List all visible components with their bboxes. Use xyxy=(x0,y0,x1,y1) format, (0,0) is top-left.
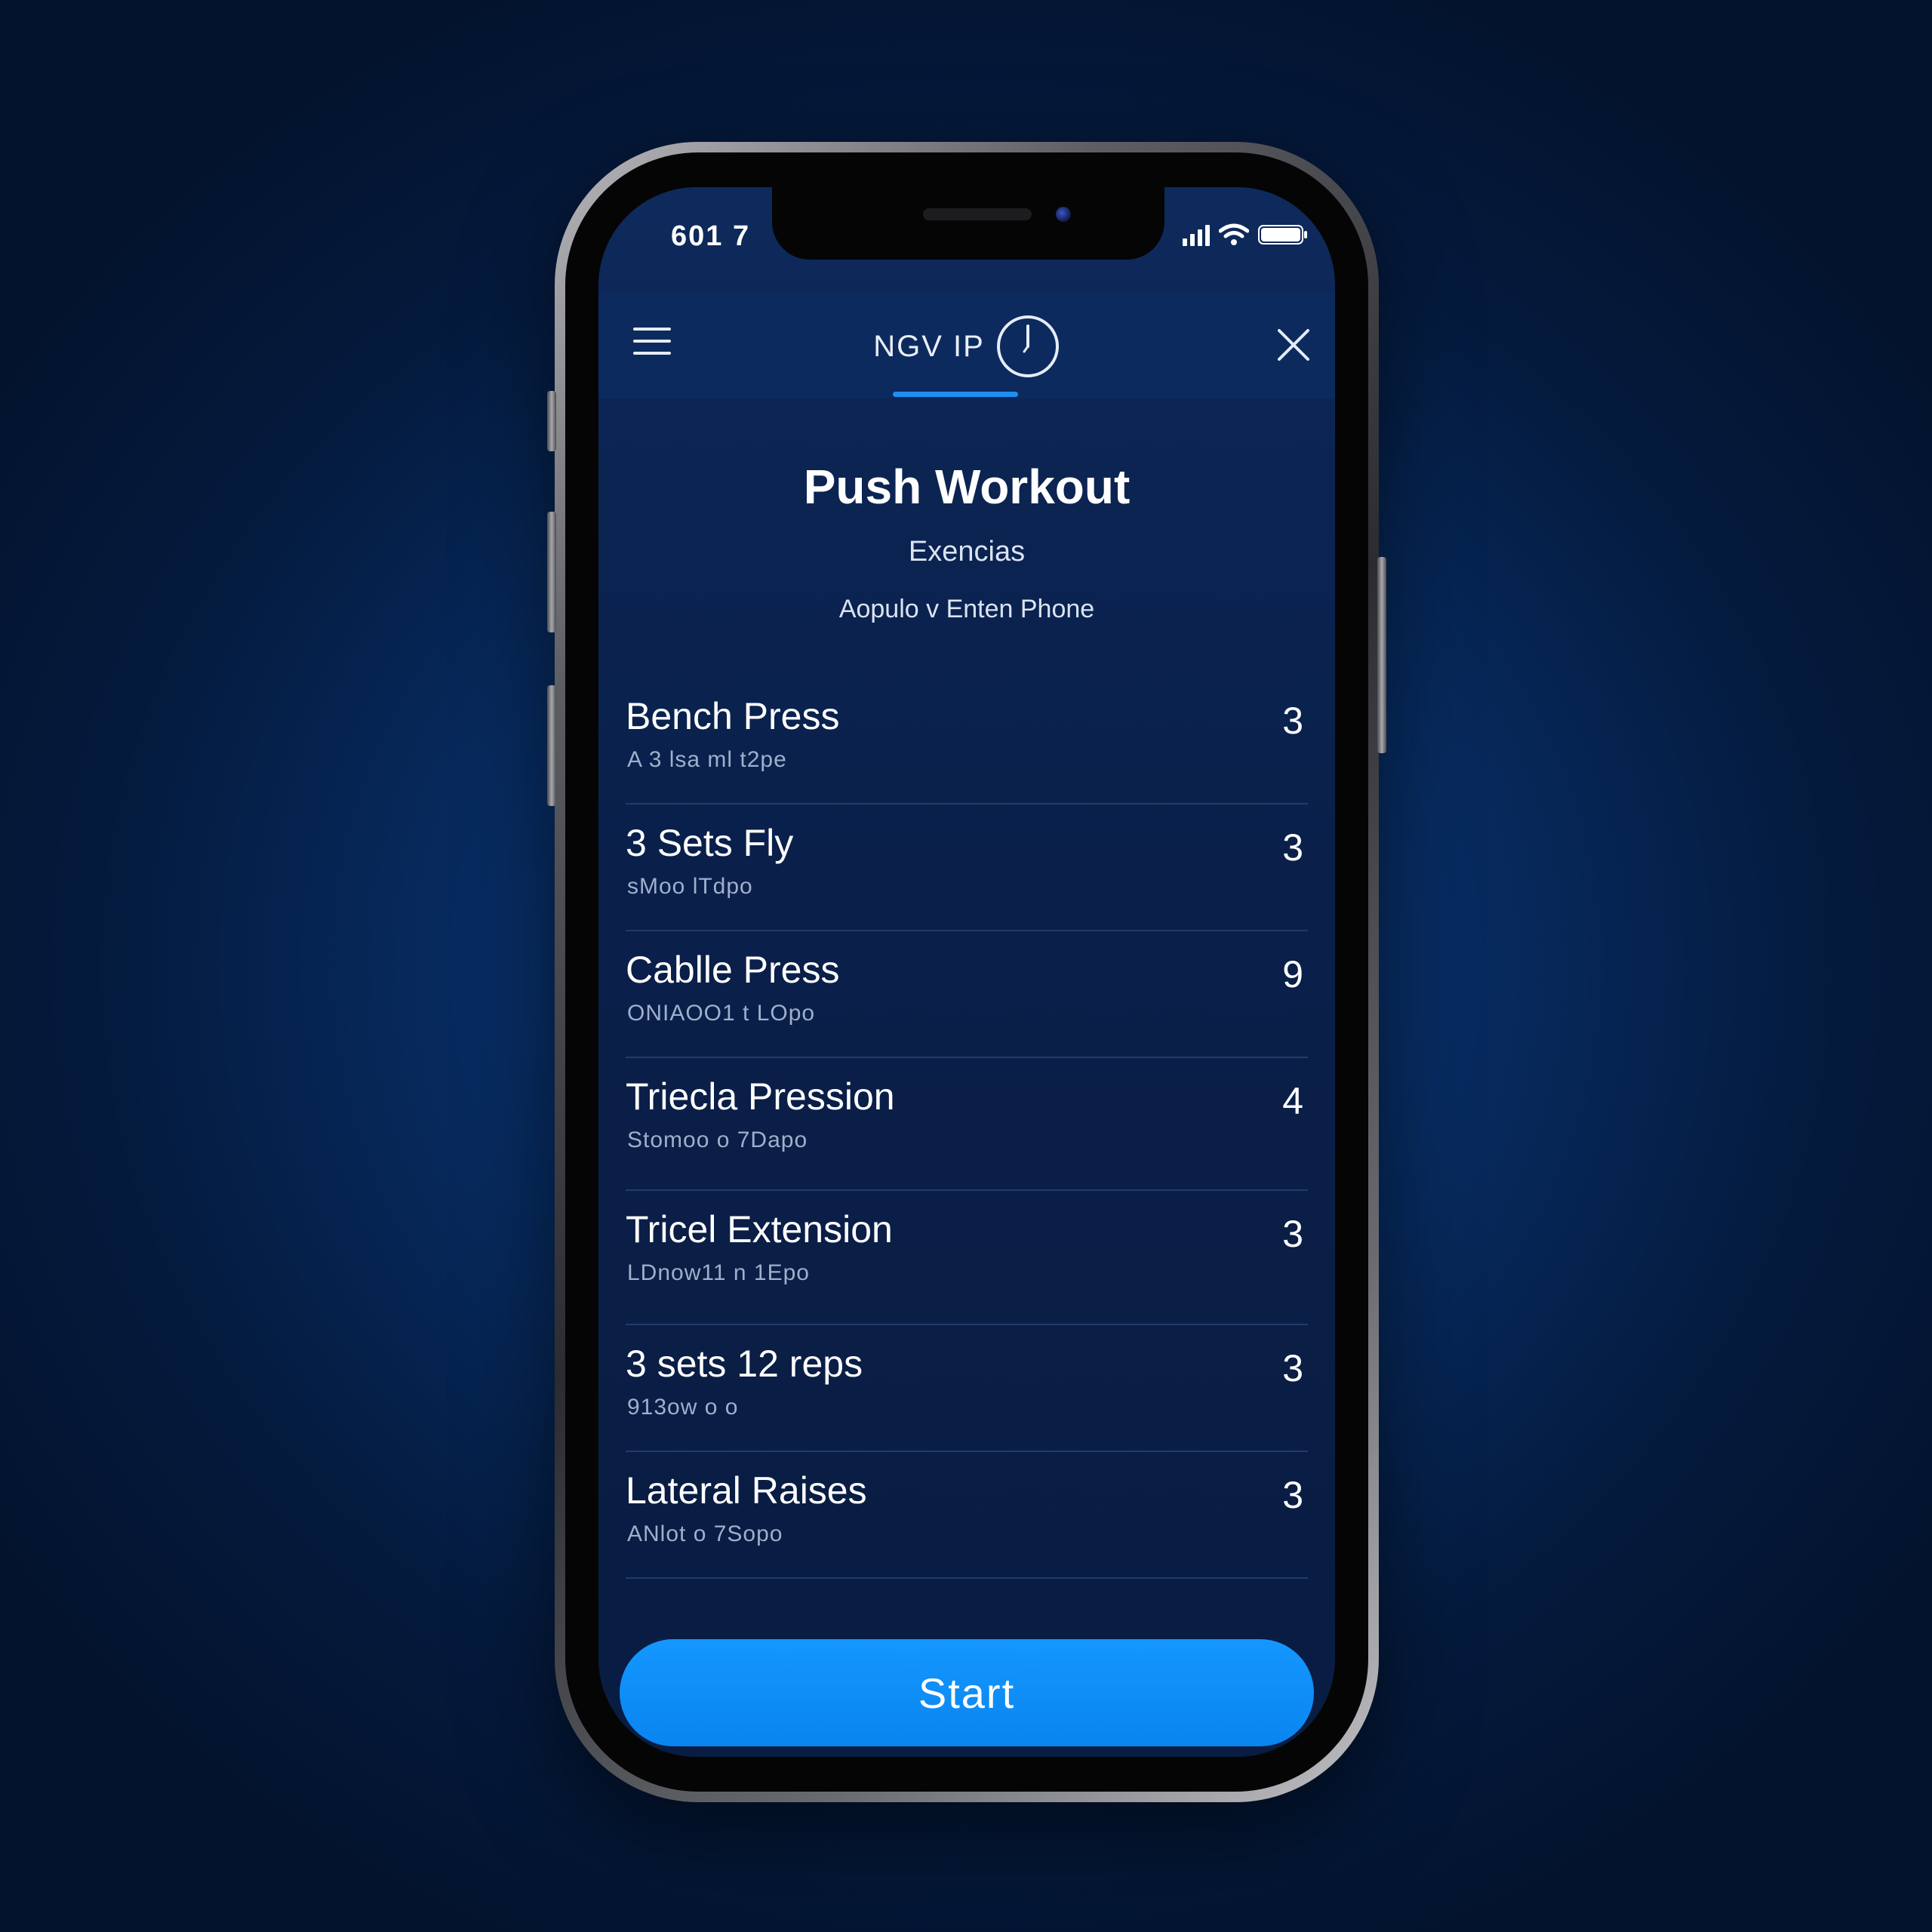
exercise-name: 3 Sets Fly xyxy=(626,822,794,864)
exercise-detail: sMoo lTdpo xyxy=(627,874,753,899)
exercise-name: Tricel Extension xyxy=(626,1208,893,1251)
status-icons xyxy=(1183,223,1308,246)
phone-screen: 601 7 NGV IP Push Workout Exencias Aopul… xyxy=(598,187,1335,1757)
list-item[interactable]: Lateral Raises ANlot o 7Sopo 3 xyxy=(626,1452,1308,1579)
app-header: NGV IP xyxy=(598,293,1335,398)
exercise-count: 3 xyxy=(1282,1474,1303,1516)
exercise-count: 4 xyxy=(1282,1080,1303,1122)
exercise-detail: Stomoo o 7Dapo xyxy=(627,1128,808,1152)
volume-down-button xyxy=(547,685,556,806)
earpiece-speaker xyxy=(923,208,1032,220)
exercise-count: 3 xyxy=(1282,1347,1303,1389)
cellular-signal-icon xyxy=(1183,223,1210,246)
exercise-detail: LDnow11 n 1Epo xyxy=(627,1260,810,1285)
list-item[interactable]: 3 Sets Fly sMoo lTdpo 3 xyxy=(626,804,1308,931)
exercise-count: 3 xyxy=(1282,1213,1303,1255)
notch xyxy=(772,187,1164,260)
header-title: NGV IP xyxy=(873,329,985,363)
exercise-detail: A 3 lsa ml t2pe xyxy=(627,747,787,772)
volume-up-button xyxy=(547,512,556,632)
timer-icon xyxy=(995,314,1060,379)
exercise-count: 9 xyxy=(1282,953,1303,995)
silent-switch xyxy=(547,391,556,451)
workout-title: Push Workout xyxy=(803,460,1131,514)
front-camera-icon xyxy=(1056,207,1071,222)
exercise-detail: ONIAOO1 t LOpo xyxy=(627,1001,816,1026)
list-item[interactable]: Tricel Extension LDnow11 n 1Epo 3 xyxy=(626,1191,1308,1325)
exercise-count: 3 xyxy=(1282,826,1303,869)
status-time: 601 7 xyxy=(671,220,751,252)
start-button[interactable]: Start xyxy=(620,1639,1314,1746)
exercise-list: Bench Press A 3 lsa ml t2pe 3 3 Sets Fly… xyxy=(626,678,1308,1579)
exercise-name: Triecla Pression xyxy=(626,1075,895,1118)
exercise-detail: ANlot o 7Sopo xyxy=(627,1521,783,1546)
exercise-count: 3 xyxy=(1282,700,1303,742)
wifi-icon xyxy=(1219,223,1249,246)
power-button xyxy=(1377,557,1386,753)
list-item[interactable]: Bench Press A 3 lsa ml t2pe 3 xyxy=(626,678,1308,804)
list-item[interactable]: Triecla Pression Stomoo o 7Dapo 4 xyxy=(626,1058,1308,1191)
close-icon[interactable] xyxy=(1275,326,1312,364)
list-item[interactable]: Cablle Press ONIAOO1 t LOpo 9 xyxy=(626,931,1308,1058)
list-item[interactable]: 3 sets 12 reps 913ow o o 3 xyxy=(626,1325,1308,1452)
exercise-name: 3 sets 12 reps xyxy=(626,1343,863,1385)
workout-caption: Aopulo v Enten Phone xyxy=(838,595,1095,623)
header-title-group[interactable]: NGV IP xyxy=(598,314,1335,379)
workout-subtitle: Exencias xyxy=(908,536,1026,568)
active-tab-indicator xyxy=(893,392,1018,397)
battery-icon xyxy=(1258,223,1308,246)
exercise-name: Cablle Press xyxy=(626,949,840,991)
exercise-name: Lateral Raises xyxy=(626,1469,867,1512)
exercise-detail: 913ow o o xyxy=(627,1395,739,1420)
exercise-name: Bench Press xyxy=(626,695,840,737)
